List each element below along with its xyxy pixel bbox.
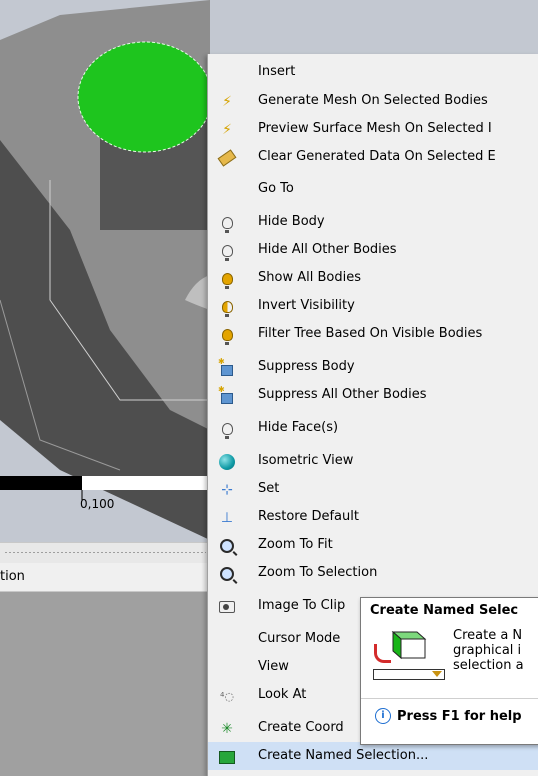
eraser-icon bbox=[217, 149, 237, 167]
tooltip-description: Create a N graphical i selection a bbox=[453, 628, 524, 673]
look-at-icon: ⁴◌ bbox=[219, 689, 234, 703]
menu-item-zoom-to-selection[interactable]: Zoom To Selection bbox=[208, 559, 538, 587]
menu-item-label: Look At bbox=[258, 687, 307, 702]
bulb-on-icon bbox=[218, 326, 236, 345]
menu-item-label: Show All Bodies bbox=[258, 270, 361, 285]
details-panel-header: tion bbox=[0, 563, 210, 592]
menu-item-create-named-selection[interactable]: Create Named Selection... bbox=[208, 742, 538, 770]
magnifier-icon bbox=[218, 537, 236, 555]
menu-item-label: Create Named Selection... bbox=[258, 748, 429, 763]
menu-item-label: Preview Surface Mesh On Selected I bbox=[258, 121, 492, 136]
menu-item-label: Set bbox=[258, 481, 280, 496]
menu-item-zoom-to-fit[interactable]: Zoom To Fit bbox=[208, 531, 538, 559]
lightning-bolt-icon: ⚡ bbox=[222, 122, 232, 138]
menu-item-show-all-bodies[interactable]: Show All Bodies bbox=[208, 264, 538, 292]
tooltip-title: Create Named Selec bbox=[370, 603, 519, 618]
menu-item-suppress-body[interactable]: ✱ Suppress Body bbox=[208, 353, 538, 381]
bulb-off-icon bbox=[218, 242, 236, 261]
splitter-bar[interactable] bbox=[0, 542, 210, 564]
menu-item-label: Zoom To Fit bbox=[258, 537, 333, 552]
menu-item-label: Create Coord bbox=[258, 720, 344, 735]
menu-item-label: Zoom To Selection bbox=[258, 565, 378, 580]
bulb-on-icon bbox=[218, 270, 236, 289]
axes-icon: ⊹ bbox=[221, 482, 233, 498]
menu-item-insert[interactable]: Insert bbox=[208, 58, 538, 86]
menu-item-label: Hide All Other Bodies bbox=[258, 242, 397, 257]
menu-item-label: Invert Visibility bbox=[258, 298, 355, 313]
menu-item-generate-mesh[interactable]: ⚡ Generate Mesh On Selected Bodies bbox=[208, 87, 538, 115]
coordinate-system-icon: ✳ bbox=[221, 721, 233, 737]
named-selection-icon bbox=[218, 748, 236, 766]
scale-label: 0,100 bbox=[80, 497, 115, 511]
menu-item-label: Insert bbox=[258, 64, 296, 79]
menu-item-label: Image To Clip bbox=[258, 598, 346, 613]
menu-item-isometric-view[interactable]: Isometric View bbox=[208, 447, 538, 475]
menu-item-hide-faces[interactable]: Hide Face(s) bbox=[208, 414, 538, 442]
bulb-off-icon bbox=[218, 214, 236, 233]
menu-item-label: Cursor Mode bbox=[258, 631, 341, 646]
menu-item-clear-generated-data[interactable]: Clear Generated Data On Selected E bbox=[208, 143, 538, 171]
lightning-bolt-icon: ⚡ bbox=[222, 94, 232, 110]
menu-item-label: View bbox=[258, 659, 289, 674]
menu-item-label: Generate Mesh On Selected Bodies bbox=[258, 93, 488, 108]
panel-header-label: tion bbox=[0, 569, 25, 584]
menu-item-suppress-all-other-bodies[interactable]: ✱ Suppress All Other Bodies bbox=[208, 381, 538, 409]
suppress-cube-icon: ✱ bbox=[218, 357, 236, 377]
tooltip-divider bbox=[361, 698, 538, 699]
info-icon: i bbox=[375, 708, 391, 724]
bulb-off-icon bbox=[218, 420, 236, 439]
menu-item-label: Hide Face(s) bbox=[258, 420, 339, 435]
selection-dropdown-icon bbox=[373, 669, 445, 680]
red-arrow-icon bbox=[374, 644, 391, 663]
menu-item-set[interactable]: ⊹ Set bbox=[208, 475, 538, 503]
scale-bar-filled bbox=[0, 476, 82, 490]
bulb-invert-icon bbox=[218, 298, 236, 317]
menu-item-restore-default[interactable]: ⊥ Restore Default bbox=[208, 503, 538, 531]
tooltip-help-text: Press F1 for help bbox=[397, 709, 522, 724]
menu-item-label: Go To bbox=[258, 181, 294, 196]
tooltip-create-named-selection: Create Named Selec Create a N graphical … bbox=[360, 597, 538, 745]
menu-item-label: Restore Default bbox=[258, 509, 359, 524]
menu-item-hide-body[interactable]: Hide Body bbox=[208, 208, 538, 236]
menu-item-filter-tree[interactable]: Filter Tree Based On Visible Bodies bbox=[208, 320, 538, 348]
menu-item-go-to[interactable]: Go To bbox=[208, 175, 538, 203]
menu-item-label: Filter Tree Based On Visible Bodies bbox=[258, 326, 483, 341]
camera-icon bbox=[218, 598, 236, 616]
axes-icon: ⊥ bbox=[220, 510, 234, 526]
menu-item-label: Suppress All Other Bodies bbox=[258, 387, 427, 402]
menu-item-label: Clear Generated Data On Selected E bbox=[258, 149, 496, 164]
details-panel-body bbox=[0, 592, 210, 776]
menu-item-hide-all-other-bodies[interactable]: Hide All Other Bodies bbox=[208, 236, 538, 264]
menu-item-label: Isometric View bbox=[258, 453, 354, 468]
menu-item-preview-surface-mesh[interactable]: ⚡ Preview Surface Mesh On Selected I bbox=[208, 115, 538, 143]
menu-item-invert-visibility[interactable]: Invert Visibility bbox=[208, 292, 538, 320]
magnifier-icon bbox=[218, 565, 236, 583]
menu-item-label: Suppress Body bbox=[258, 359, 355, 374]
suppress-cube-icon: ✱ bbox=[218, 385, 236, 405]
sphere-icon bbox=[218, 453, 236, 471]
menu-item-label: Hide Body bbox=[258, 214, 325, 229]
